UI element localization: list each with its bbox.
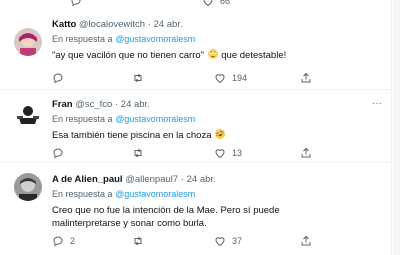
retweet-button[interactable] bbox=[132, 147, 150, 159]
share-icon bbox=[301, 147, 311, 158]
reply-button[interactable] bbox=[52, 72, 70, 84]
timeline: 66 Katto @localovewitch · 24 abr. En res… bbox=[0, 0, 392, 255]
reply-context: En respuesta a @gustavomoralesm bbox=[52, 113, 382, 125]
reply-mention-link[interactable]: @gustavomoralesm bbox=[115, 189, 195, 199]
previous-tweet-actions: 66 bbox=[52, 0, 372, 9]
tweet-actions: 194 bbox=[52, 72, 372, 86]
display-name[interactable]: Katto bbox=[52, 19, 76, 30]
avatar[interactable] bbox=[14, 100, 42, 128]
tweet-text-part: Esa también tiene piscina en la choza bbox=[52, 130, 212, 141]
tweet-header: A de Alien_paul @allenpaul7 · 24 abr. bbox=[52, 174, 382, 186]
tweet-header: Fran @sc_fco · 24 abr. bbox=[52, 99, 382, 111]
timestamp[interactable]: · 24 abr. bbox=[181, 174, 216, 185]
share-button[interactable] bbox=[300, 235, 312, 247]
reply-prefix: En respuesta a bbox=[52, 34, 113, 44]
reply-button[interactable] bbox=[52, 147, 70, 159]
display-name[interactable]: A de Alien_paul bbox=[52, 174, 123, 185]
retweet-button[interactable] bbox=[132, 235, 150, 247]
tweet-text: "ay que vacilón que no tienen carro" que… bbox=[52, 49, 382, 62]
like-button[interactable]: 37 bbox=[214, 235, 242, 247]
reply-icon bbox=[53, 148, 63, 159]
reply-prefix: En respuesta a bbox=[52, 114, 113, 124]
heart-icon bbox=[215, 74, 225, 84]
tweet-actions: 2 37 bbox=[52, 235, 372, 249]
tweet-header: Katto @localovewitch · 24 abr. bbox=[52, 19, 382, 31]
avatar[interactable] bbox=[14, 173, 42, 201]
heart-icon bbox=[215, 149, 225, 159]
tweet-text: Creo que no fue la intención de la Mae. … bbox=[52, 205, 280, 229]
heart-icon bbox=[203, 0, 213, 7]
handle[interactable]: @localovewitch bbox=[79, 19, 145, 30]
reply-count: 2 bbox=[70, 236, 76, 246]
share-button[interactable] bbox=[300, 147, 312, 159]
retweet-button[interactable] bbox=[132, 72, 150, 84]
like-count: 37 bbox=[232, 236, 243, 246]
heart-icon bbox=[215, 237, 225, 247]
more-options-icon[interactable]: ··· bbox=[372, 99, 382, 109]
tweet-text: Esa también tiene piscina en la choza bbox=[52, 127, 382, 142]
like-button[interactable]: 13 bbox=[214, 147, 242, 159]
like-button[interactable]: 194 bbox=[214, 72, 247, 84]
reply-icon bbox=[53, 236, 63, 247]
reply-context: En respuesta a @gustavomoralesm bbox=[52, 188, 382, 200]
tweet-text-part: que detestable! bbox=[221, 50, 287, 61]
share-icon bbox=[301, 235, 311, 246]
like-count: 66 bbox=[220, 0, 231, 6]
avatar[interactable] bbox=[14, 28, 42, 56]
reply-mention-link[interactable]: @gustavomoralesm bbox=[115, 34, 195, 44]
reply-mention-link[interactable]: @gustavomoralesm bbox=[115, 114, 195, 124]
handle[interactable]: @sc_fco bbox=[75, 99, 112, 110]
handle[interactable]: @allenpaul7 bbox=[125, 174, 178, 185]
share-button[interactable] bbox=[300, 72, 312, 84]
rolling-eyes-emoji-icon bbox=[207, 49, 218, 59]
timestamp[interactable]: · 24 abr. bbox=[148, 19, 183, 30]
reply-icon bbox=[71, 0, 81, 7]
reply-icon bbox=[53, 73, 63, 84]
retweet-icon bbox=[134, 148, 142, 158]
reply-context: En respuesta a @gustavomoralesm bbox=[52, 33, 382, 45]
tweet-actions: 13 bbox=[52, 147, 372, 161]
like-button[interactable]: 66 bbox=[202, 0, 230, 7]
reply-button[interactable]: 2 bbox=[52, 235, 75, 247]
display-name[interactable]: Fran bbox=[52, 99, 73, 110]
scrollbar[interactable] bbox=[393, 0, 400, 255]
reply-button[interactable] bbox=[70, 0, 82, 7]
like-count: 194 bbox=[232, 73, 248, 83]
timestamp[interactable]: · 24 abr. bbox=[115, 99, 150, 110]
retweet-icon bbox=[134, 236, 142, 246]
tweet-text-part: "ay que vacilón que no tienen carro" bbox=[52, 50, 204, 61]
rofl-emoji-icon bbox=[213, 127, 227, 141]
retweet-icon bbox=[134, 73, 142, 83]
like-count: 13 bbox=[232, 148, 243, 158]
share-icon bbox=[301, 72, 311, 83]
reply-prefix: En respuesta a bbox=[52, 189, 113, 199]
